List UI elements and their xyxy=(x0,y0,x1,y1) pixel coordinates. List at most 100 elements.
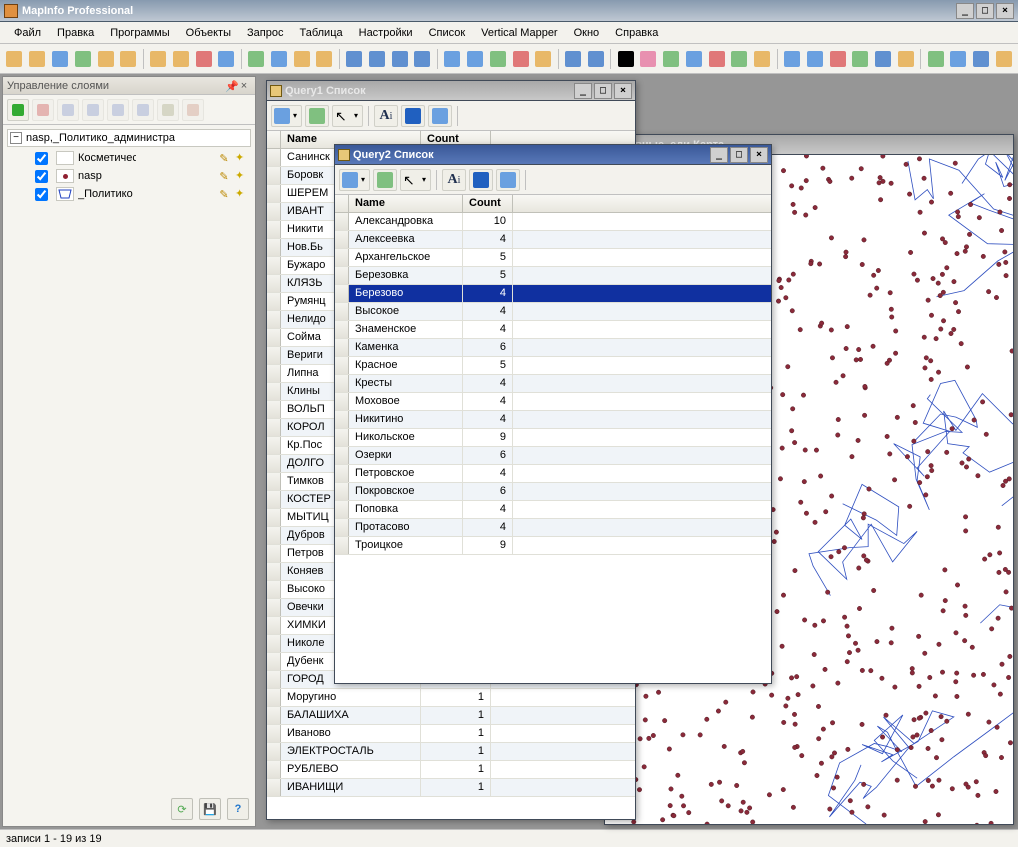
row-header[interactable] xyxy=(267,509,281,526)
row-header[interactable] xyxy=(267,203,281,220)
q1tb-select[interactable]: ↖▾ xyxy=(332,105,363,127)
collapse-icon[interactable]: − xyxy=(10,132,22,144)
row-header[interactable] xyxy=(335,429,349,446)
toolbar-button-24[interactable] xyxy=(487,48,508,70)
row-header[interactable] xyxy=(267,239,281,256)
table-row[interactable]: Каменка6 xyxy=(335,339,771,357)
row-header[interactable] xyxy=(267,779,281,796)
query1-maximize[interactable]: □ xyxy=(594,83,612,99)
row-header[interactable] xyxy=(335,213,349,230)
query1-titlebar[interactable]: Query1 Список _ □ × xyxy=(267,81,635,101)
layer-item[interactable]: Косметичес✎✦ xyxy=(7,149,251,167)
toolbar-button-28[interactable] xyxy=(563,48,584,70)
toolbar-button-17[interactable] xyxy=(344,48,365,70)
row-header[interactable] xyxy=(267,365,281,382)
row-header[interactable] xyxy=(335,393,349,410)
row-header[interactable] xyxy=(267,293,281,310)
table-row[interactable]: Архангельское5 xyxy=(335,249,771,267)
layer-visibility-checkbox[interactable] xyxy=(35,188,48,201)
layer-edit-icon[interactable]: ✎ xyxy=(217,169,231,183)
row-header[interactable] xyxy=(335,339,349,356)
menu-item-окно[interactable]: Окно xyxy=(566,24,608,42)
q1tb-bg[interactable] xyxy=(401,105,425,127)
dropdown-arrow-icon[interactable]: ▾ xyxy=(291,106,299,126)
menu-item-программы[interactable]: Программы xyxy=(102,24,177,42)
row-header[interactable] xyxy=(267,761,281,778)
row-header[interactable] xyxy=(267,743,281,760)
row-header[interactable] xyxy=(267,401,281,418)
table-row[interactable]: Протасово4 xyxy=(335,519,771,537)
toolbar-button-31[interactable] xyxy=(615,48,636,70)
toolbar-button-47[interactable] xyxy=(948,48,969,70)
toolbar-button-26[interactable] xyxy=(533,48,554,70)
table-row[interactable]: Высокое4 xyxy=(335,303,771,321)
row-header[interactable] xyxy=(267,149,281,166)
layer-item[interactable]: nasp✎✦ xyxy=(7,167,251,185)
layer-label-icon[interactable]: ✦ xyxy=(235,151,249,165)
toolbar-button-13[interactable] xyxy=(268,48,289,70)
q2tb-grid[interactable] xyxy=(496,169,520,191)
toolbar-button-3[interactable] xyxy=(72,48,93,70)
row-header[interactable] xyxy=(267,563,281,580)
toolbar-button-9[interactable] xyxy=(193,48,214,70)
save-button[interactable]: 💾 xyxy=(199,798,221,820)
row-header[interactable] xyxy=(335,537,349,554)
toolbar-button-25[interactable] xyxy=(510,48,531,70)
toolbar-button-40[interactable] xyxy=(804,48,825,70)
query2-col-count[interactable]: Count xyxy=(463,195,513,212)
row-header[interactable] xyxy=(267,347,281,364)
toolbar-button-35[interactable] xyxy=(706,48,727,70)
toolbar-button-34[interactable] xyxy=(684,48,705,70)
layer-visibility-checkbox[interactable] xyxy=(35,152,48,165)
table-row[interactable]: Березовка5 xyxy=(335,267,771,285)
toolbar-button-44[interactable] xyxy=(895,48,916,70)
q1tb-font[interactable]: Ai xyxy=(374,105,398,127)
layer-visibility-checkbox[interactable] xyxy=(35,170,48,183)
toolbar-button-23[interactable] xyxy=(465,48,486,70)
table-row[interactable]: Озерки6 xyxy=(335,447,771,465)
row-header[interactable] xyxy=(267,329,281,346)
toolbar-button-5[interactable] xyxy=(118,48,139,70)
q2tb-sort[interactable]: ▾ xyxy=(339,169,370,191)
row-header[interactable] xyxy=(335,519,349,536)
row-header[interactable] xyxy=(335,447,349,464)
table-row[interactable]: Березово4 xyxy=(335,285,771,303)
table-row[interactable]: Иваново1 xyxy=(267,725,635,743)
toolbar-button-37[interactable] xyxy=(752,48,773,70)
row-header[interactable] xyxy=(267,527,281,544)
row-header[interactable] xyxy=(335,231,349,248)
toolbar-button-48[interactable] xyxy=(971,48,992,70)
row-header[interactable] xyxy=(335,285,349,302)
row-header[interactable] xyxy=(267,545,281,562)
toolbar-button-14[interactable] xyxy=(291,48,312,70)
menu-item-настройки[interactable]: Настройки xyxy=(351,24,421,42)
row-header[interactable] xyxy=(267,419,281,436)
row-header[interactable] xyxy=(335,501,349,518)
table-row[interactable]: Моховое4 xyxy=(335,393,771,411)
table-row[interactable]: Никитино4 xyxy=(335,411,771,429)
query1-minimize[interactable]: _ xyxy=(574,83,592,99)
toolbar-button-19[interactable] xyxy=(389,48,410,70)
table-row[interactable]: ИВАНИЩИ1 xyxy=(267,779,635,797)
toolbar-button-41[interactable] xyxy=(827,48,848,70)
toolbar-button-36[interactable] xyxy=(729,48,750,70)
row-header[interactable] xyxy=(335,357,349,374)
row-header[interactable] xyxy=(267,707,281,724)
query2-maximize[interactable]: □ xyxy=(730,147,748,163)
toolbar-button-22[interactable] xyxy=(442,48,463,70)
query1-close[interactable]: × xyxy=(614,83,632,99)
table-row[interactable]: Александровка10 xyxy=(335,213,771,231)
menu-item-запрос[interactable]: Запрос xyxy=(239,24,291,42)
menu-item-файл[interactable]: Файл xyxy=(6,24,49,42)
toolbar-button-29[interactable] xyxy=(585,48,606,70)
toolbar-button-46[interactable] xyxy=(925,48,946,70)
toolbar-button-8[interactable] xyxy=(170,48,191,70)
row-header[interactable] xyxy=(335,375,349,392)
close-button[interactable]: × xyxy=(996,3,1014,19)
row-header[interactable] xyxy=(267,491,281,508)
layer-label-icon[interactable]: ✦ xyxy=(235,187,249,201)
row-header[interactable] xyxy=(267,599,281,616)
table-row[interactable]: Троицкое9 xyxy=(335,537,771,555)
toolbar-button-2[interactable] xyxy=(50,48,71,70)
toolbar-button-7[interactable] xyxy=(148,48,169,70)
